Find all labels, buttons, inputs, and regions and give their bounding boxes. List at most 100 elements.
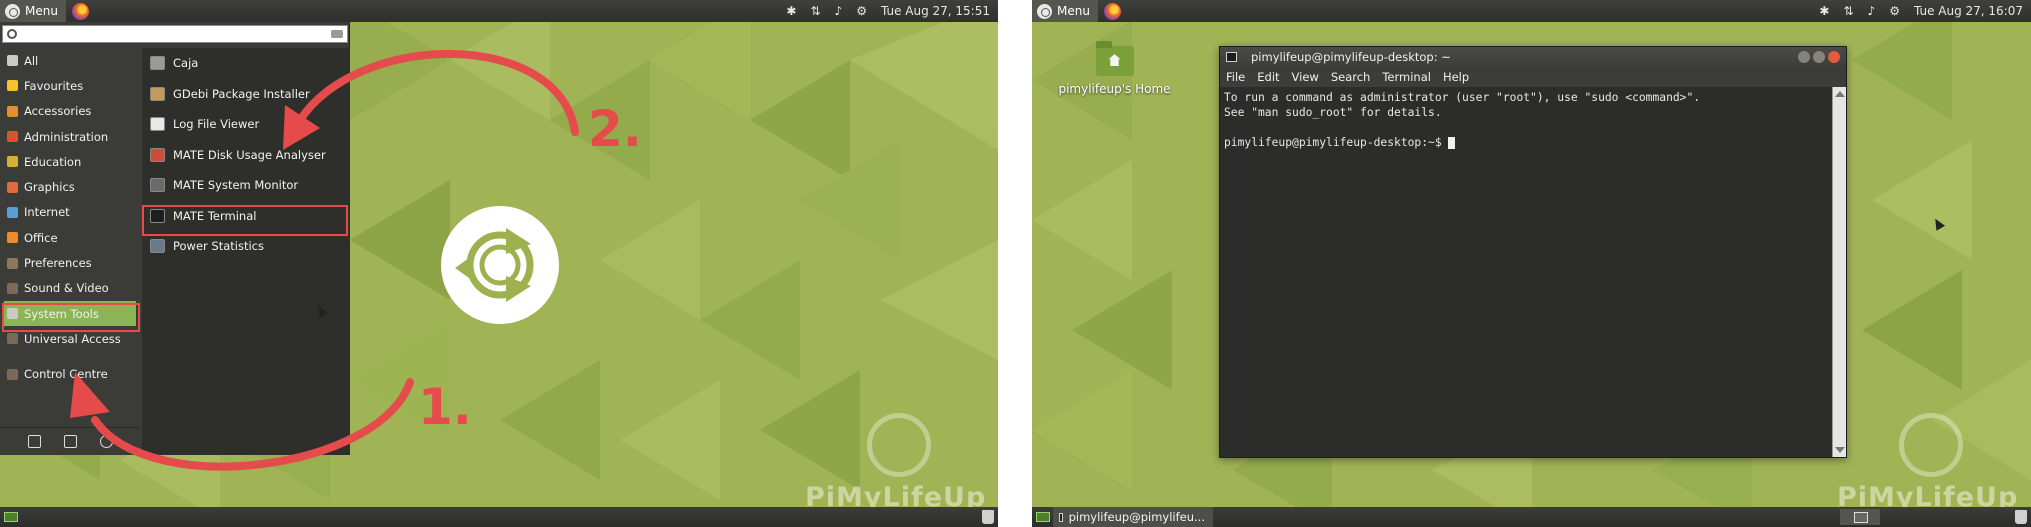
watermark-badge xyxy=(1899,413,1963,477)
power-icon[interactable] xyxy=(99,435,113,448)
terminal-icon xyxy=(1059,512,1063,522)
system-tray: ✱ ⇅ ♪ ⚙ Tue Aug 27, 16:07 xyxy=(1819,4,2031,18)
home-folder-desktop-icon[interactable]: pimylifeup's Home xyxy=(1052,41,1177,96)
maximize-button[interactable] xyxy=(1813,51,1825,63)
menu-category-education[interactable]: Education xyxy=(0,149,140,174)
menu-app-log-file-viewer[interactable]: Log File Viewer xyxy=(142,109,350,140)
volume-icon[interactable]: ♪ xyxy=(1868,4,1876,18)
menu-category-internet[interactable]: Internet xyxy=(0,200,140,225)
menu-category-label: Sound & Video xyxy=(24,281,109,296)
taskbar-item-label: pimylifeup@pimylifeu... xyxy=(1068,510,1205,524)
lock-screen-icon[interactable] xyxy=(27,435,41,448)
menu-category-label: Graphics xyxy=(24,180,75,195)
terminal-titlebar[interactable]: pimylifeup@pimylifeup-desktop: ~ xyxy=(1220,47,1846,67)
show-desktop-icon[interactable] xyxy=(1036,512,1050,522)
terminal-icon xyxy=(1226,52,1237,62)
menu-category-administration[interactable]: Administration xyxy=(0,124,140,149)
close-button[interactable] xyxy=(1828,51,1840,63)
terminal-menu-help[interactable]: Help xyxy=(1443,70,1469,84)
menu-app-gdebi-package-installer[interactable]: GDebi Package Installer xyxy=(142,79,350,110)
menu-search-input[interactable] xyxy=(2,25,348,43)
menu-app-power-statistics[interactable]: Power Statistics xyxy=(142,231,350,262)
terminal-menu-terminal[interactable]: Terminal xyxy=(1382,70,1431,84)
minimize-button[interactable] xyxy=(1798,51,1810,63)
app-icon xyxy=(150,86,165,101)
menu-app-mate-system-monitor[interactable]: MATE System Monitor xyxy=(142,170,350,201)
terminal-line: pimylifeup@pimylifeup-desktop:~$ xyxy=(1224,135,1828,150)
settings-gear-icon[interactable]: ⚙ xyxy=(856,4,867,18)
taskbar-terminal-item[interactable]: pimylifeup@pimylifeu... xyxy=(1053,507,1213,527)
top-panel: Menu ✱ ⇅ ♪ ⚙ Tue Aug 27, 16:07 xyxy=(1032,0,2031,22)
clock[interactable]: Tue Aug 27, 15:51 xyxy=(881,4,990,18)
menu-category-favourites[interactable]: Favourites xyxy=(0,73,140,98)
network-icon[interactable]: ⇅ xyxy=(1843,4,1853,18)
show-desktop-icon[interactable] xyxy=(4,512,18,522)
menu-app-caja[interactable]: Caja xyxy=(142,48,350,79)
terminal-scrollbar[interactable] xyxy=(1832,87,1846,457)
app-icon xyxy=(150,239,165,254)
right-screenshot: Menu ✱ ⇅ ♪ ⚙ Tue Aug 27, 16:07 pimylifeu… xyxy=(1032,0,2031,527)
menu-category-label: Education xyxy=(24,154,82,169)
home-folder-label: pimylifeup's Home xyxy=(1058,82,1171,96)
menu-button[interactable]: Menu xyxy=(1032,0,1098,22)
trash-icon[interactable] xyxy=(2015,510,2027,524)
menu-app-label: MATE Terminal xyxy=(173,208,257,223)
volume-icon[interactable]: ♪ xyxy=(835,4,843,18)
network-icon[interactable]: ⇅ xyxy=(810,4,820,18)
menu-app-mate-terminal[interactable]: MATE Terminal xyxy=(142,201,350,232)
search-icon xyxy=(7,29,17,39)
menu-app-label: GDebi Package Installer xyxy=(173,86,310,101)
clock[interactable]: Tue Aug 27, 16:07 xyxy=(1914,4,2023,18)
menu-category-label: Preferences xyxy=(24,256,92,271)
menu-category-accessories[interactable]: Accessories xyxy=(0,99,140,124)
workspace-switcher[interactable] xyxy=(1840,509,1880,525)
firefox-icon[interactable] xyxy=(1103,2,1121,20)
category-icon xyxy=(7,333,18,345)
terminal-window[interactable]: pimylifeup@pimylifeup-desktop: ~ File Edi… xyxy=(1219,46,1847,458)
mate-logo-icon xyxy=(1037,3,1052,19)
menu-button[interactable]: Menu xyxy=(0,0,66,22)
scroll-up-icon[interactable] xyxy=(1835,91,1845,97)
menu-category-graphics[interactable]: Graphics xyxy=(0,174,140,199)
menu-app-label: Caja xyxy=(173,56,199,71)
terminal-menu-view[interactable]: View xyxy=(1292,70,1319,84)
terminal-line-text: pimylifeup@pimylifeup-desktop:~$ xyxy=(1224,136,1449,149)
app-icon xyxy=(150,56,165,71)
app-icon xyxy=(150,147,165,162)
trash-icon[interactable] xyxy=(982,510,994,524)
menu-category-universal-access[interactable]: Universal Access xyxy=(0,326,140,351)
firefox-icon[interactable] xyxy=(71,2,89,20)
clear-search-icon[interactable] xyxy=(331,30,343,38)
menu-category-sound-video[interactable]: Sound & Video xyxy=(0,276,140,301)
menu-category-all[interactable]: All xyxy=(0,48,140,73)
menu-category-label: Office xyxy=(24,230,58,245)
bluetooth-icon[interactable]: ✱ xyxy=(1819,4,1829,18)
terminal-output[interactable]: To run a command as administrator (user … xyxy=(1220,87,1832,457)
terminal-menu-search[interactable]: Search xyxy=(1331,70,1371,84)
category-icon xyxy=(7,232,18,244)
logout-icon[interactable] xyxy=(63,435,77,448)
terminal-menubar: File Edit View Search Terminal Help xyxy=(1220,67,1846,87)
menu-category-control-centre[interactable]: Control Centre xyxy=(0,362,140,387)
category-icon xyxy=(7,55,18,67)
menu-app-mate-disk-usage-analyser[interactable]: MATE Disk Usage Analyser xyxy=(142,140,350,171)
app-icon xyxy=(150,178,165,193)
menu-category-label: Universal Access xyxy=(24,331,121,346)
menu-category-label: Favourites xyxy=(24,78,84,93)
category-icon xyxy=(7,105,18,117)
terminal-menu-file[interactable]: File xyxy=(1226,70,1245,84)
bluetooth-icon[interactable]: ✱ xyxy=(786,4,796,18)
settings-gear-icon[interactable]: ⚙ xyxy=(1889,4,1900,18)
menu-category-label: Control Centre xyxy=(24,367,108,382)
scroll-down-icon[interactable] xyxy=(1835,447,1845,453)
menu-category-preferences[interactable]: Preferences xyxy=(0,250,140,275)
category-icon xyxy=(7,80,18,92)
ubuntu-mate-logo xyxy=(441,206,559,324)
menu-category-office[interactable]: Office xyxy=(0,225,140,250)
menu-category-label: Internet xyxy=(24,205,70,220)
terminal-menu-edit[interactable]: Edit xyxy=(1257,70,1279,84)
menu-category-system-tools[interactable]: System Tools xyxy=(4,300,136,327)
app-icon xyxy=(150,117,165,132)
menu-category-label: All xyxy=(24,53,39,68)
